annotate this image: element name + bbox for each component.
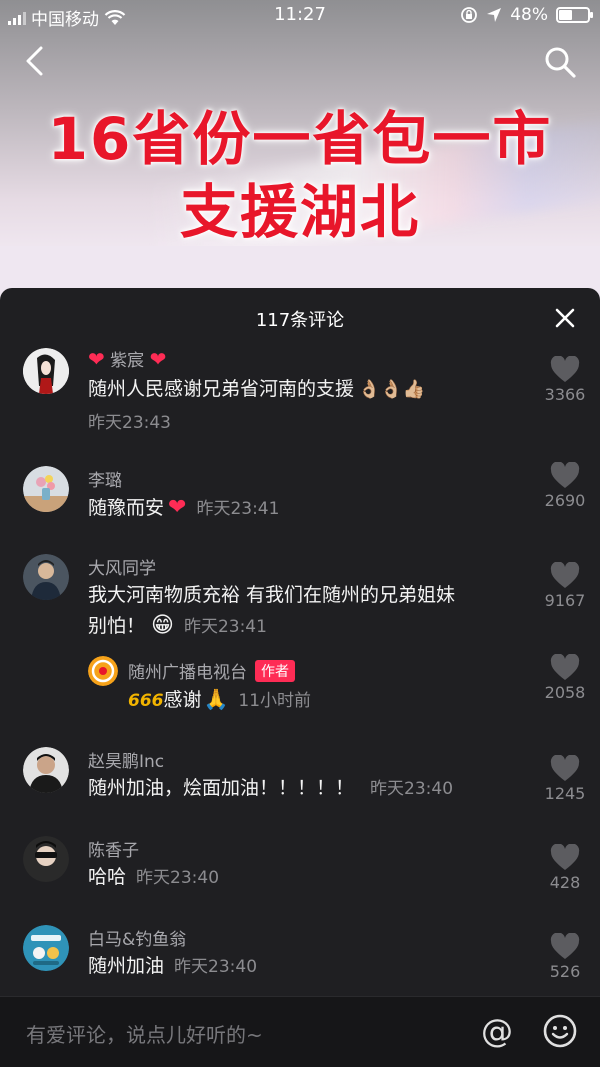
comment-input[interactable]: 有爱评论，说点儿好听的~: [26, 1019, 263, 1048]
grin-emoji: 😁: [151, 613, 174, 638]
comment-emojis: 👌🏼👌🏼👍🏼: [358, 379, 426, 400]
location-icon: [487, 8, 502, 22]
heart-emoji: ❤: [88, 347, 105, 371]
like-count: 3366: [544, 385, 586, 404]
avatar[interactable]: [23, 466, 69, 512]
comment-text: 随州加油 昨天23:40: [88, 955, 258, 977]
avatar[interactable]: [23, 925, 69, 971]
comment-time: 昨天23:41: [196, 499, 280, 519]
avatar-station-logo: [88, 656, 118, 686]
comment-author[interactable]: 随州广播电视台 作者: [128, 658, 295, 683]
emoji-icon[interactable]: [542, 1013, 578, 1049]
comment-author[interactable]: 大风同学: [88, 554, 156, 579]
avatar[interactable]: [23, 554, 69, 600]
comment-text: 随州加油，烩面加油！！！！！ 昨天23:40: [88, 777, 454, 799]
avatar-cartoon: [23, 925, 69, 971]
heart-icon: [550, 755, 580, 781]
like-count: 1245: [544, 784, 586, 803]
heart-icon: [550, 562, 580, 588]
avatar-man: [23, 747, 69, 793]
comment-author[interactable]: 陈香子: [88, 836, 139, 861]
heart-icon: [550, 654, 580, 680]
comment-count-title: 117条评论: [255, 310, 345, 331]
heart-icon: [550, 356, 580, 382]
video-preview[interactable]: 16省份一省包一市 支援湖北: [0, 0, 600, 300]
like-button[interactable]: 526: [536, 933, 594, 981]
battery-percent: 48%: [510, 5, 548, 25]
avatar-figure: [23, 348, 69, 394]
comment-text: 随州人民感谢兄弟省河南的支援 👌🏼👌🏼👍🏼: [88, 378, 426, 400]
at-icon[interactable]: @: [479, 1013, 515, 1049]
status-bar: 中国移动 11:27 48%: [0, 0, 600, 32]
heart-icon: [550, 462, 580, 488]
heart-emoji: ❤: [168, 495, 187, 520]
avatar[interactable]: [88, 656, 118, 686]
headline-line2: 支援湖北: [179, 178, 420, 246]
heart-emoji: ❤: [149, 347, 167, 371]
avatar[interactable]: [23, 348, 69, 394]
avatar-sunglasses: [23, 836, 69, 882]
comment-input-bar[interactable]: 有爱评论，说点儿好听的~ @: [0, 996, 600, 1067]
like-count: 526: [549, 962, 581, 981]
like-button[interactable]: 1245: [536, 755, 594, 803]
like-button[interactable]: 3366: [536, 356, 594, 404]
comment-time: 11小时前: [238, 691, 312, 711]
close-icon[interactable]: [553, 306, 577, 330]
like-count: 9167: [544, 591, 586, 610]
comment-time: 昨天23:41: [183, 617, 267, 637]
author-badge: 作者: [255, 660, 295, 682]
comment-text: 随豫而安 ❤ 昨天23:41: [88, 495, 280, 520]
like-button[interactable]: 9167: [536, 562, 594, 610]
comment-panel: 117条评论 ❤ 紫宸 ❤ 随州人民感谢兄弟省河南的支援 👌🏼👌🏼👍🏼 昨天23:…: [0, 288, 600, 1067]
comment-text-line2: 别怕！ 😁 昨天23:41: [88, 613, 267, 638]
comment-author[interactable]: 白马&钓鱼翁: [88, 925, 186, 950]
avatar[interactable]: [23, 836, 69, 882]
comment-time: 昨天23:40: [174, 957, 258, 977]
comment-author[interactable]: 李璐: [88, 466, 122, 491]
like-count: 2690: [544, 491, 586, 510]
search-icon[interactable]: [542, 44, 578, 80]
comment-author[interactable]: ❤ 紫宸 ❤: [88, 346, 166, 371]
heart-icon: [550, 933, 580, 959]
comment-author[interactable]: 赵昊鹏Inc: [88, 747, 164, 772]
like-count: 428: [549, 873, 581, 892]
lock-rotation-icon: [461, 7, 478, 23]
heart-icon: [550, 844, 580, 870]
like-button[interactable]: 428: [536, 844, 594, 892]
comment-text: 666感谢 🙏 11小时前: [128, 687, 312, 711]
back-icon[interactable]: [20, 44, 50, 78]
avatar[interactable]: [23, 747, 69, 793]
headline-line1: 16省份一省包一市: [47, 105, 553, 173]
666-emoji: 666: [128, 691, 164, 711]
avatar-man: [23, 554, 69, 600]
comment-time: 昨天23:40: [136, 868, 220, 888]
battery-icon: [556, 7, 593, 23]
comment-time: 昨天23:43: [88, 413, 171, 433]
like-button[interactable]: 2058: [536, 654, 594, 702]
comment-text-line1: 我大河南物质充裕 有我们在随州的兄弟姐妹: [88, 584, 456, 606]
avatar-flowers: [23, 466, 69, 512]
like-button[interactable]: 2690: [536, 462, 594, 510]
like-count: 2058: [544, 683, 586, 702]
comment-text: 哈哈 昨天23:40: [88, 866, 220, 888]
comment-time: 昨天23:40: [370, 779, 454, 799]
pray-emoji: 🙏: [203, 687, 229, 711]
